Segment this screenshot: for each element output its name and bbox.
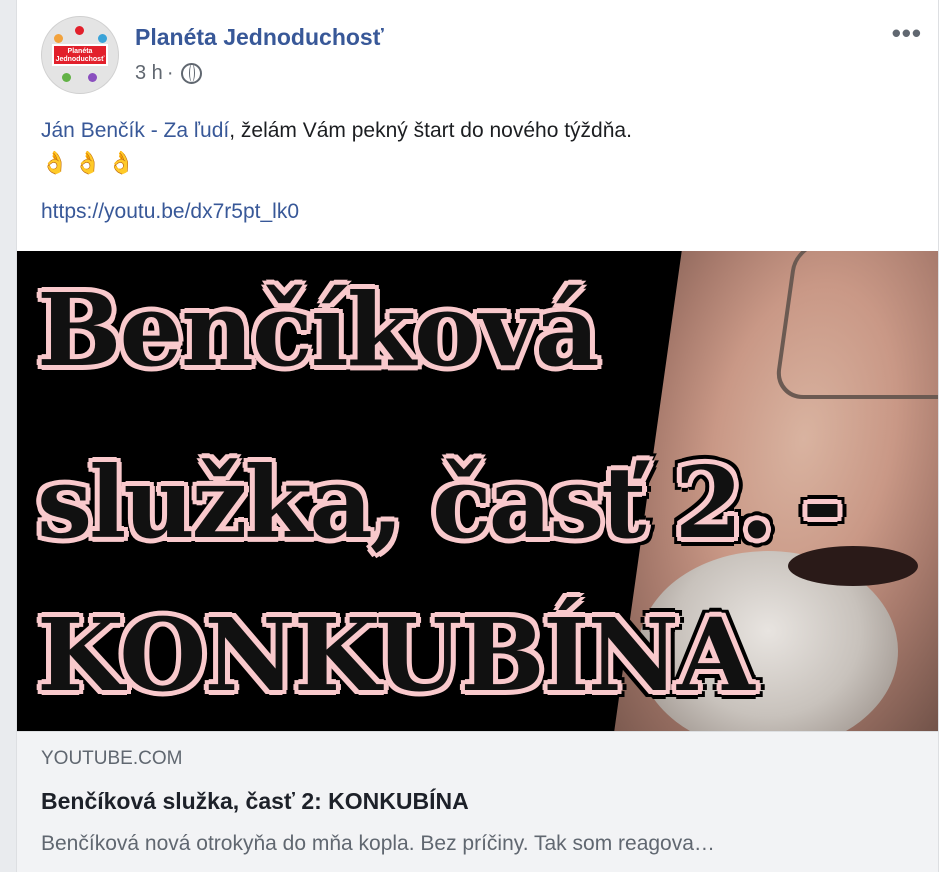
meta-separator: · xyxy=(166,62,174,84)
post-text-body: , želám Vám pekný štart do nového týždňa… xyxy=(229,119,632,142)
thumbnail-glasses xyxy=(772,251,938,399)
avatar-dot xyxy=(62,73,71,82)
link-title[interactable]: Benčíková služka, časť 2: KONKUBÍNA xyxy=(41,788,469,815)
thumbnail-title-line3: KONKUBÍNA xyxy=(37,596,755,714)
avatar-dot xyxy=(54,34,63,43)
link-preview-card[interactable]: YOUTUBE.COM Benčíková služka, časť 2: KO… xyxy=(17,731,938,872)
link-description: Benčíková nová otrokyňa do mňa kopla. Be… xyxy=(41,832,715,855)
post-time[interactable]: 3 h xyxy=(135,62,163,85)
avatar-dot xyxy=(75,26,84,35)
page-name-link[interactable]: Planéta Jednoduchosť xyxy=(135,24,384,51)
avatar-logo-line2: Jednoduchosť xyxy=(55,56,105,63)
ok-hand-emoji: 👌👌👌 xyxy=(41,150,142,175)
mention-link[interactable]: Ján Benčík - Za ľudí xyxy=(41,119,229,142)
page-avatar[interactable]: Planéta Jednoduchosť xyxy=(41,16,119,94)
youtube-link[interactable]: https://youtu.be/dx7r5pt_lk0 xyxy=(41,200,299,224)
more-options-icon[interactable]: ••• xyxy=(892,18,922,49)
facebook-post: Planéta Jednoduchosť Planéta Jednoduchos… xyxy=(16,0,939,872)
video-thumbnail[interactable]: Benčíková služka, časť 2. - KONKUBÍNA xyxy=(17,251,938,731)
post-meta: 3 h · xyxy=(135,62,203,85)
globe-icon[interactable] xyxy=(181,63,203,84)
avatar-logo: Planéta Jednoduchosť xyxy=(52,44,108,66)
thumbnail-title-line1: Benčíková xyxy=(37,271,600,389)
avatar-logo-line1: Planéta xyxy=(67,48,93,55)
avatar-dot xyxy=(88,73,97,82)
link-domain: YOUTUBE.COM xyxy=(41,748,183,769)
thumbnail-title-line2: služka, časť 2. - xyxy=(37,446,843,561)
avatar-dot xyxy=(98,34,107,43)
post-text: Ján Benčík - Za ľudí, želám Vám pekný št… xyxy=(41,115,921,180)
